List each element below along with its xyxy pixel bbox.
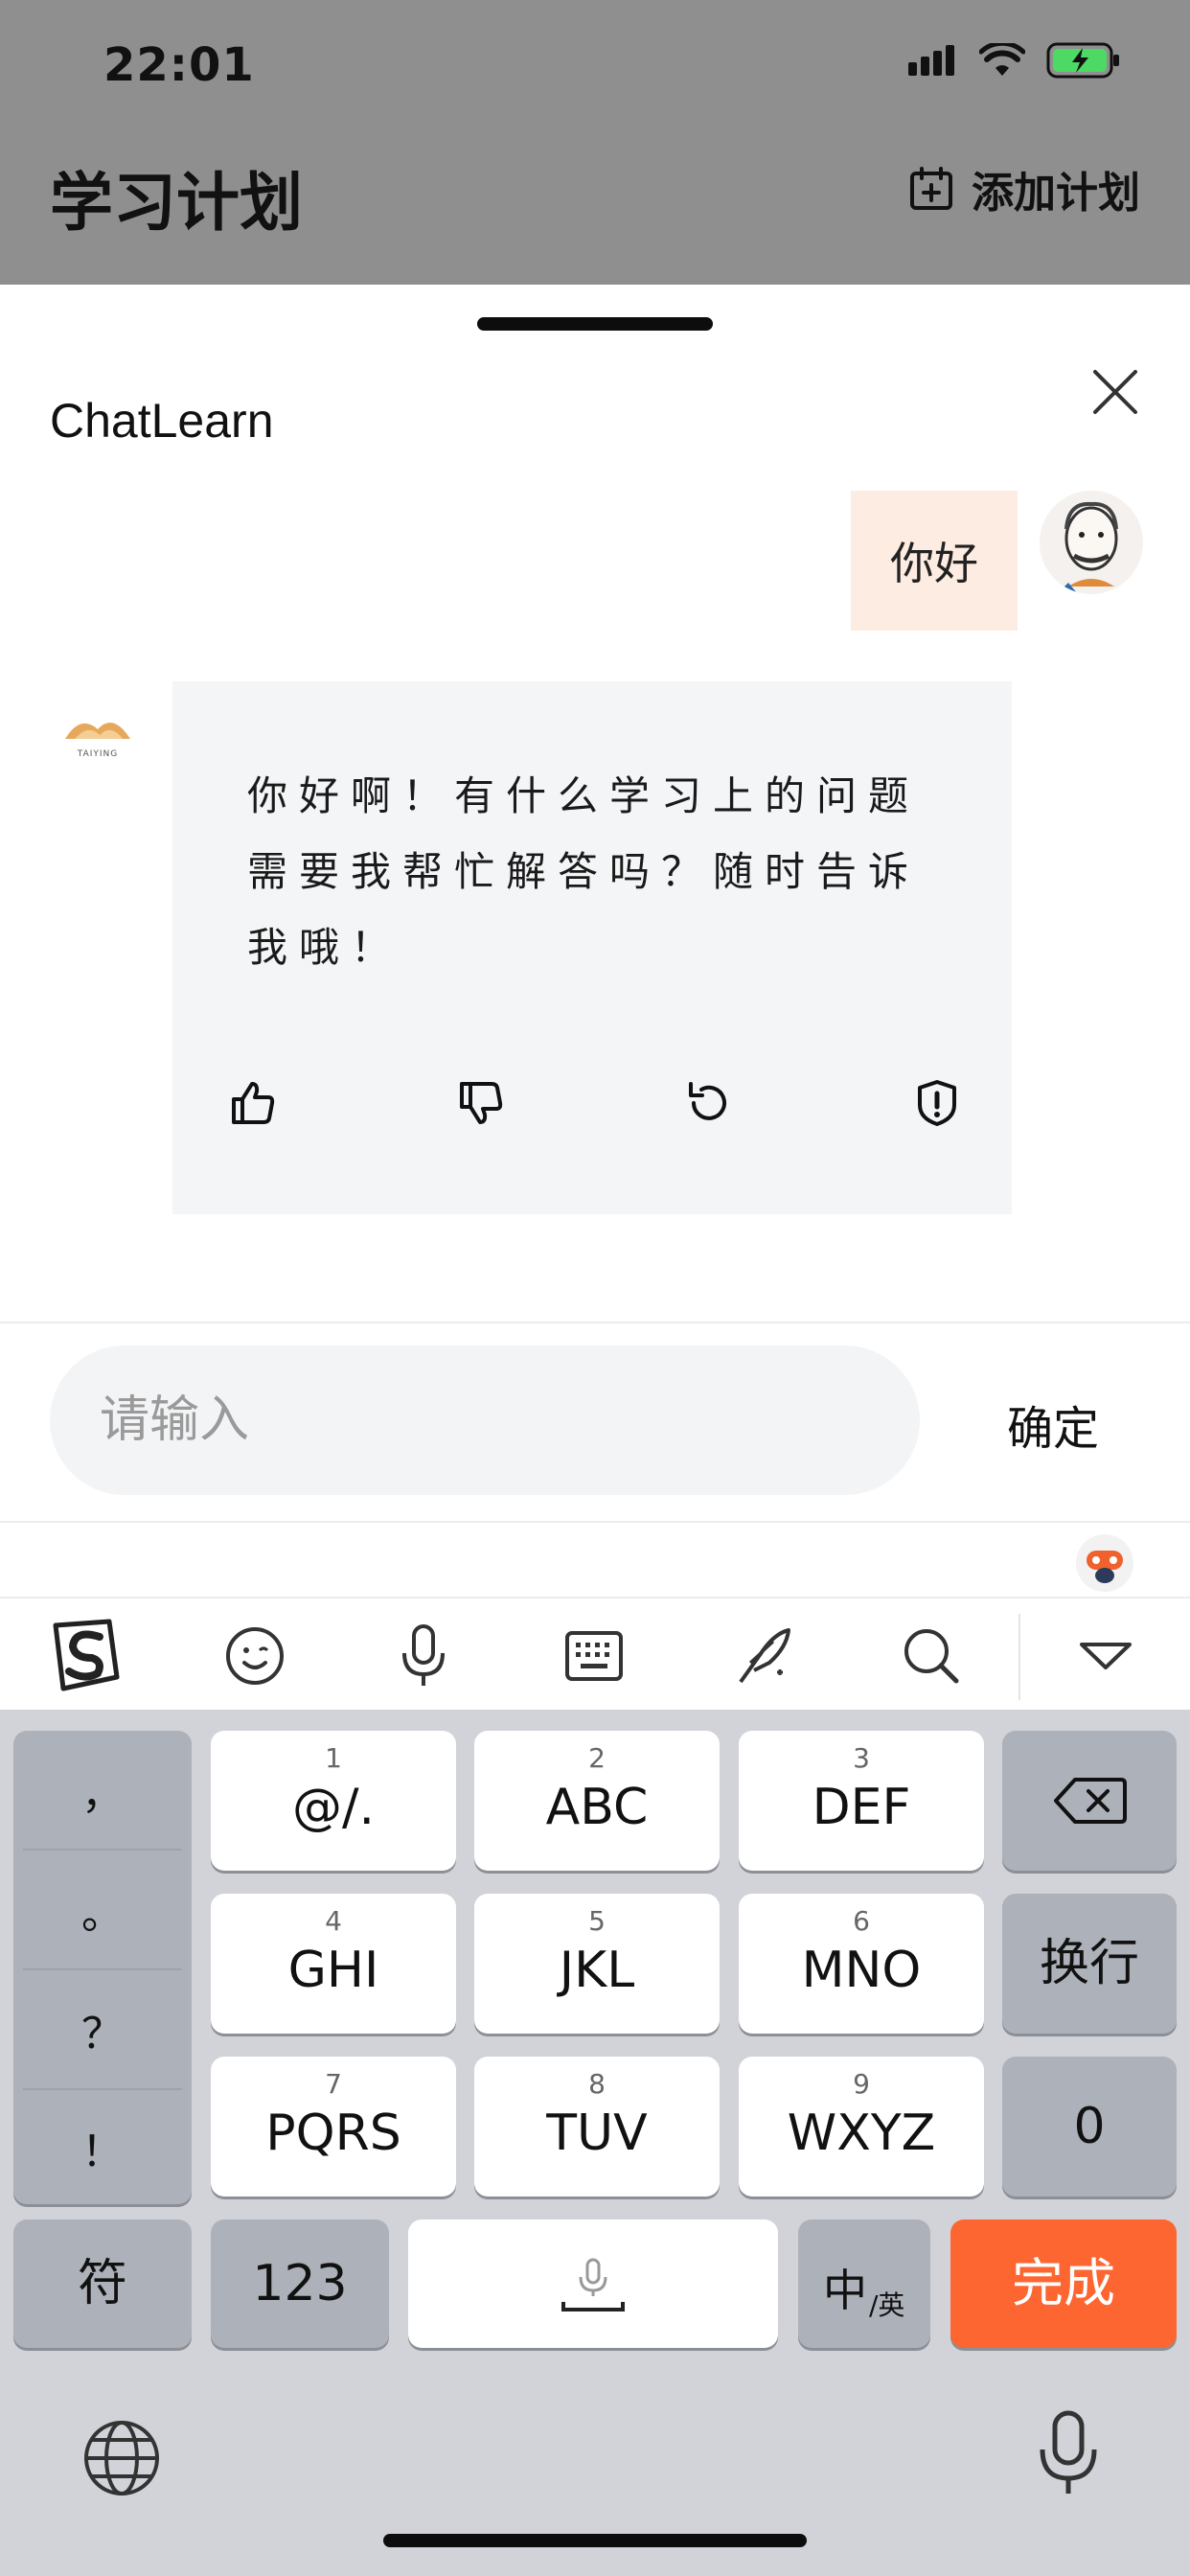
hide-keyboard-icon[interactable] [1067,1618,1144,1694]
space-mic-icon [561,2258,625,2312]
zero-key[interactable]: 0 [1002,2057,1177,2196]
user-message-bubble: 你好 [851,491,1018,631]
regenerate-icon[interactable] [682,1076,736,1130]
battery-charging-icon [1046,42,1119,79]
key-number: 8 [588,2068,606,2100]
bot-message-text: 你好啊！有什么学习上的问题需要我帮忙解答吗？随时告诉我哦！ [247,772,921,971]
key-number: 5 [588,1905,606,1937]
language-switch-key[interactable]: 中 /英 [798,2220,930,2348]
punctuation-column: ， 。 ？ ！ [13,1731,192,2204]
space-key[interactable] [408,2220,778,2348]
input-row: 确定 [0,1325,1190,1523]
report-icon[interactable] [910,1076,964,1130]
symbols-key[interactable]: 符 [13,2220,192,2348]
key-number: 9 [853,2068,870,2100]
key-label: DEF [812,1779,911,1836]
home-indicator [383,2534,807,2547]
key-number: 2 [588,1742,606,1774]
sheet-title: ChatLearn [50,394,274,448]
key-label: JKL [559,1942,635,1999]
punctuation-key[interactable]: 。 [23,1851,182,1968]
close-icon[interactable] [1087,364,1143,420]
key-5[interactable]: 5 JKL [474,1894,720,2034]
key-label: TUV [546,2104,648,2162]
key-1[interactable]: 1 @/. [211,1731,456,1871]
keyboard-toolbar [0,1597,1190,1710]
dictation-mic-icon[interactable] [1035,2409,1102,2497]
key-number: 1 [325,1742,342,1774]
keyboard-layout-icon[interactable] [556,1618,632,1694]
toolbar-separator [1018,1614,1020,1700]
wifi-icon [979,43,1025,76]
key-4[interactable]: 4 GHI [211,1894,456,2034]
backspace-icon [1054,1778,1127,1824]
key-label: ABC [545,1779,649,1836]
key-label: MNO [801,1942,922,1999]
bot-logo: TAIYING [59,706,136,764]
done-key[interactable]: 完成 [950,2220,1177,2348]
key-number: 4 [325,1905,342,1937]
punctuation-key[interactable]: ！ [23,2088,182,2206]
key-label: PQRS [265,2104,401,2162]
keyboard-assistant-icon[interactable] [1075,1533,1134,1593]
cellular-signal-icon [908,45,954,76]
keyboard: ， 。 ？ ！ 1 @/. 2 ABC 3 DEF 4 GHI 5 JKL 6 … [0,1710,1190,2576]
handwriting-icon[interactable] [724,1618,801,1694]
add-plan-label: 添加计划 [972,169,1140,218]
key-label: GHI [287,1942,379,1999]
add-plan-button[interactable]: 添加计划 [908,158,1140,219]
language-sub: /英 [869,2289,905,2321]
globe-icon[interactable] [82,2419,161,2497]
emoji-icon[interactable] [217,1618,293,1694]
key-7[interactable]: 7 PQRS [211,2057,456,2196]
background-page: 22:01 学习计划 添加计划 [0,0,1190,285]
divider [0,1521,1190,1523]
thumbs-down-icon[interactable] [454,1076,508,1130]
punctuation-key[interactable]: ， [23,1731,182,1849]
key-3[interactable]: 3 DEF [739,1731,984,1871]
language-main: 中 [823,2265,867,2316]
key-label: @/. [291,1779,376,1836]
backspace-key[interactable] [1002,1731,1177,1871]
divider [0,1322,1190,1323]
numbers-key[interactable]: 123 [211,2220,389,2348]
user-portrait-icon [1057,501,1118,594]
user-avatar [1040,491,1143,594]
confirm-button[interactable]: 确定 [1007,1391,1099,1458]
calendar-add-icon [910,167,952,210]
bot-message-card: 你好啊！有什么学习上的问题需要我帮忙解答吗？随时告诉我哦！ [172,681,1012,1214]
key-8[interactable]: 8 TUV [474,2057,720,2196]
bot-logo-text: TAIYING [77,749,118,759]
key-number: 6 [853,1905,870,1937]
search-icon[interactable] [893,1618,970,1694]
status-icons [908,42,1121,79]
sheet-grabber[interactable] [477,317,713,331]
punctuation-key[interactable]: ？ [23,1970,182,2088]
thumbs-up-icon[interactable] [226,1076,280,1130]
chat-input[interactable] [50,1346,920,1495]
key-label: WXYZ [787,2104,936,2162]
voice-input-icon[interactable] [385,1618,462,1694]
status-time: 22:01 [103,38,255,92]
key-2[interactable]: 2 ABC [474,1731,720,1871]
page-title: 学习计划 [50,166,303,240]
key-9[interactable]: 9 WXYZ [739,2057,984,2196]
key-number: 7 [325,2068,342,2100]
sogou-logo-icon[interactable] [46,1618,123,1694]
key-6[interactable]: 6 MNO [739,1894,984,2034]
newline-key[interactable]: 换行 [1002,1894,1177,2034]
key-number: 3 [853,1742,870,1774]
